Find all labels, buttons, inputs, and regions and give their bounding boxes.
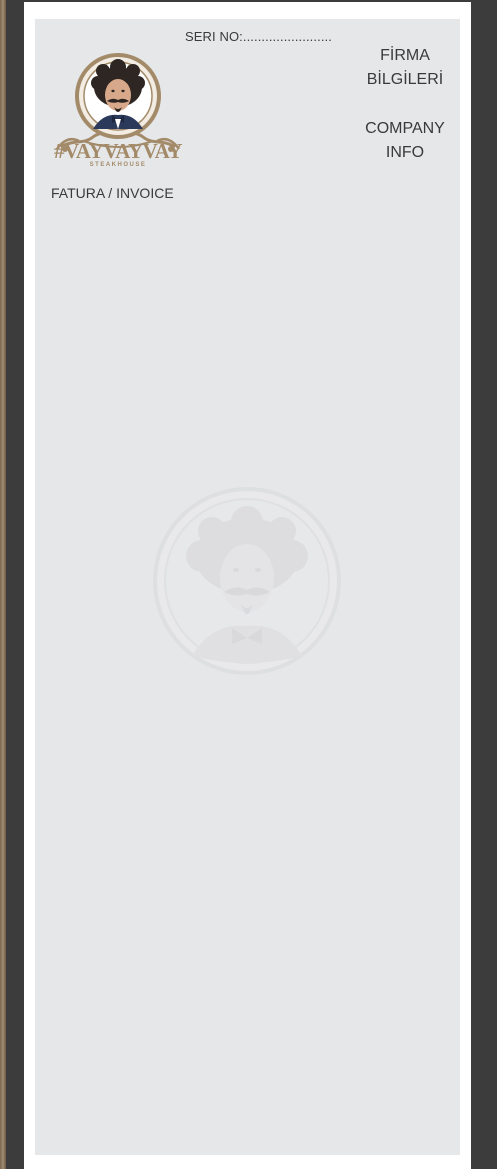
brand-name: #VAYVAYVAY [53, 139, 183, 163]
serial-number-label: SERI NO:........................ [185, 29, 332, 44]
invoice-title: FATURA / INVOICE [51, 185, 174, 201]
company-info-tr-line2: BİLGİLERİ [366, 71, 444, 88]
left-background [6, 0, 24, 1169]
company-info-en: COMPANY INFO [353, 117, 457, 165]
mustached-man-portrait-watermark [153, 487, 341, 675]
company-info-en-line2: INFO [385, 144, 425, 161]
invoice-sheet: SERI NO:........................ FİRMA B… [35, 19, 460, 1155]
company-info-tr: FİRMA BİLGİLERİ [353, 44, 457, 92]
brand-subtitle: STEAKHOUSE [89, 162, 147, 168]
company-info-tr-line1: FİRMA [380, 47, 430, 64]
right-background [471, 0, 497, 1169]
invoice-paper: SERI NO:........................ FİRMA B… [24, 2, 471, 1169]
company-info-en-line1: COMPANY [365, 120, 445, 137]
